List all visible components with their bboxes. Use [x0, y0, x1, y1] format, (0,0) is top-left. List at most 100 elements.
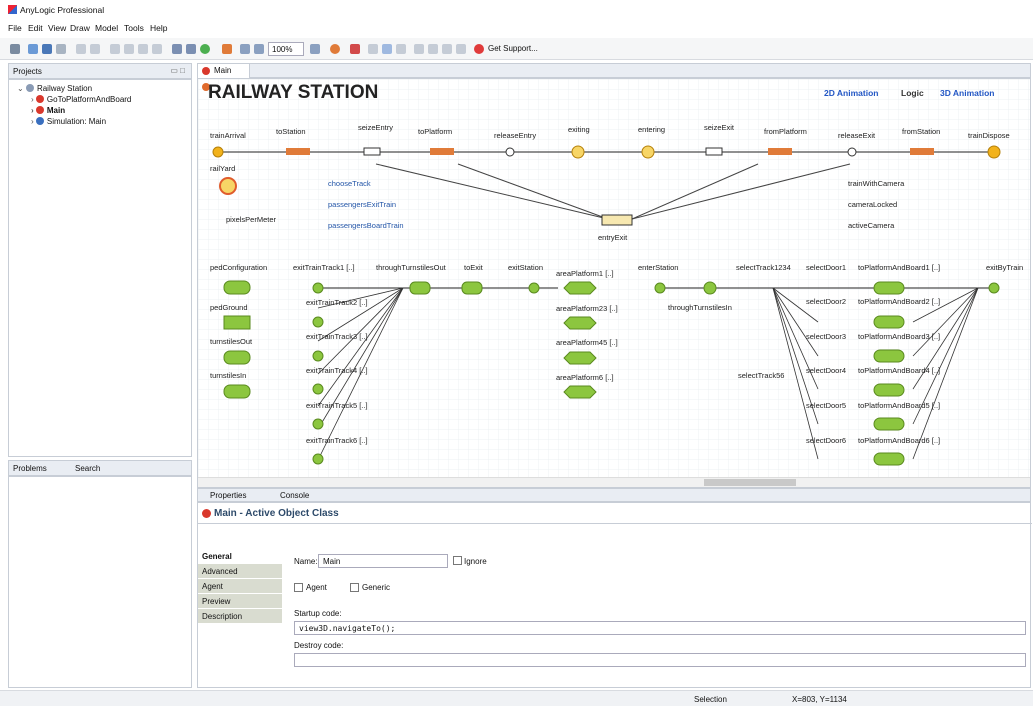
open-icon[interactable] [28, 44, 38, 54]
block-label[interactable]: trainArrival [210, 131, 246, 140]
flow-label[interactable]: throughTurnstilesIn [668, 303, 732, 312]
link-3d-animation[interactable]: 3D Animation [940, 88, 994, 98]
prop-tab-preview[interactable]: Preview [198, 594, 282, 609]
door-label[interactable]: selectDoor4 [806, 366, 846, 375]
destroy-code-input[interactable] [294, 653, 1026, 667]
variable-label[interactable]: cameraLocked [848, 200, 897, 209]
exit-track-label[interactable]: exitTrainTrack6 [..] [306, 436, 368, 445]
block-label[interactable]: exiting [568, 125, 590, 134]
flow-label[interactable]: throughTurnstilesOut [376, 263, 446, 272]
flow-label[interactable]: selectTrack1234 [736, 263, 791, 272]
flow-label[interactable]: selectTrack56 [738, 371, 784, 380]
door-label[interactable]: selectDoor3 [806, 332, 846, 341]
rail-yard-label[interactable]: railYard [210, 164, 235, 173]
block-label[interactable]: seizeEntry [358, 123, 393, 132]
ungroup-icon[interactable] [428, 44, 438, 54]
door-label[interactable]: selectDoor5 [806, 401, 846, 410]
zoom-fit-icon[interactable] [240, 44, 250, 54]
build-all-icon[interactable] [186, 44, 196, 54]
console-tab[interactable]: Console [280, 491, 309, 500]
exit-track-label[interactable]: exitTrainTrack5 [..] [306, 401, 368, 410]
grid-icon[interactable] [382, 44, 392, 54]
block-label[interactable]: seizeExit [704, 123, 734, 132]
layers-icon[interactable] [396, 44, 406, 54]
board-label[interactable]: toPlatformAndBoard3 [..] [858, 332, 940, 341]
paste-icon[interactable] [138, 44, 148, 54]
support-icon[interactable] [474, 44, 484, 54]
group-icon[interactable] [414, 44, 424, 54]
scrollbar-thumb[interactable] [704, 479, 796, 486]
prop-tab-agent[interactable]: Agent [198, 579, 282, 594]
search-tab[interactable]: Search [75, 464, 100, 473]
link-logic[interactable]: Logic [901, 88, 924, 98]
problems-tab[interactable]: Problems [13, 464, 47, 473]
pencil-icon[interactable] [222, 44, 232, 54]
build-icon[interactable] [172, 44, 182, 54]
variable-label[interactable]: activeCamera [848, 221, 894, 230]
debug-icon[interactable] [350, 44, 360, 54]
tree-simulation[interactable]: › Simulation: Main [31, 117, 106, 126]
delete-icon[interactable] [152, 44, 162, 54]
menu-draw[interactable]: Draw [70, 23, 90, 33]
ped-label[interactable]: pedConfiguration [210, 263, 267, 272]
menu-model[interactable]: Model [95, 23, 118, 33]
ped-label[interactable]: pedGround [210, 303, 248, 312]
block-label[interactable]: entering [638, 125, 665, 134]
projects-tab[interactable]: Projects [13, 67, 42, 76]
exit-track-label[interactable]: exitTrainTrack4 [..] [306, 366, 368, 375]
horizontal-scrollbar[interactable] [198, 477, 1030, 487]
tree-railway-station[interactable]: ⌄ Railway Station [17, 84, 92, 93]
name-input[interactable]: Main [318, 554, 448, 568]
flow-label[interactable]: exitStation [508, 263, 543, 272]
redo-icon[interactable] [90, 44, 100, 54]
save-icon[interactable] [42, 44, 52, 54]
area-label[interactable]: areaPlatform45 [..] [556, 338, 618, 347]
block-label[interactable]: fromPlatform [764, 127, 807, 136]
zoom-select[interactable]: 100% [268, 42, 304, 56]
prop-tab-general[interactable]: General [198, 549, 282, 564]
function-label[interactable]: chooseTrack [328, 179, 371, 188]
door-label[interactable]: selectDoor1 [806, 263, 846, 272]
flow-label[interactable]: enterStation [638, 263, 678, 272]
exit-track-label[interactable]: exitTrainTrack1 [..] [293, 263, 355, 272]
function-label[interactable]: passengersExitTrain [328, 200, 396, 209]
board-label[interactable]: toPlatformAndBoard1 [..] [858, 263, 940, 272]
tree-goto-platform[interactable]: › GoToPlatformAndBoard [31, 95, 131, 104]
ignore-checkbox[interactable] [453, 556, 462, 565]
editor-tab-main[interactable]: Main [198, 64, 250, 78]
order-icon[interactable] [442, 44, 452, 54]
ped-label[interactable]: turnstilesIn [210, 371, 246, 380]
prop-tab-description[interactable]: Description [198, 609, 282, 624]
board-label[interactable]: toPlatformAndBoard2 [..] [858, 297, 940, 306]
pixels-per-meter-label[interactable]: pixelsPerMeter [226, 215, 276, 224]
link-2d-animation[interactable]: 2D Animation [824, 88, 878, 98]
location-icon[interactable] [330, 44, 340, 54]
new-icon[interactable] [10, 44, 20, 54]
menu-edit[interactable]: Edit [28, 23, 43, 33]
block-label[interactable]: fromStation [902, 127, 940, 136]
graphical-editor[interactable]: RAILWAY STATION 2D Animation Logic 3D An… [197, 78, 1031, 488]
zoom-in-icon[interactable] [310, 44, 320, 54]
block-label[interactable]: trainDispose [968, 131, 1010, 140]
board-label[interactable]: toPlatformAndBoard5 [..] [858, 401, 940, 410]
block-label[interactable]: releaseEntry [494, 131, 536, 140]
flow-label[interactable]: toExit [464, 263, 483, 272]
board-label[interactable]: toPlatformAndBoard4 [..] [858, 366, 940, 375]
entry-exit-label[interactable]: entryExit [598, 233, 627, 242]
exit-track-label[interactable]: exitTrainTrack2 [..] [306, 298, 368, 307]
area-label[interactable]: areaPlatform1 [..] [556, 269, 614, 278]
undo-icon[interactable] [76, 44, 86, 54]
startup-code-input[interactable]: view3D.navigateTo(); [294, 621, 1026, 635]
block-label[interactable]: releaseExit [838, 131, 875, 140]
variable-label[interactable]: trainWithCamera [848, 179, 904, 188]
block-label[interactable]: toStation [276, 127, 306, 136]
door-label[interactable]: selectDoor2 [806, 297, 846, 306]
agent-checkbox[interactable] [294, 583, 303, 592]
block-label[interactable]: toPlatform [418, 127, 452, 136]
function-label[interactable]: passengersBoardTrain [328, 221, 404, 230]
align-icon[interactable] [368, 44, 378, 54]
menu-help[interactable]: Help [150, 23, 167, 33]
save-all-icon[interactable] [56, 44, 66, 54]
properties-tab[interactable]: Properties [210, 491, 246, 500]
copy-icon[interactable] [124, 44, 134, 54]
